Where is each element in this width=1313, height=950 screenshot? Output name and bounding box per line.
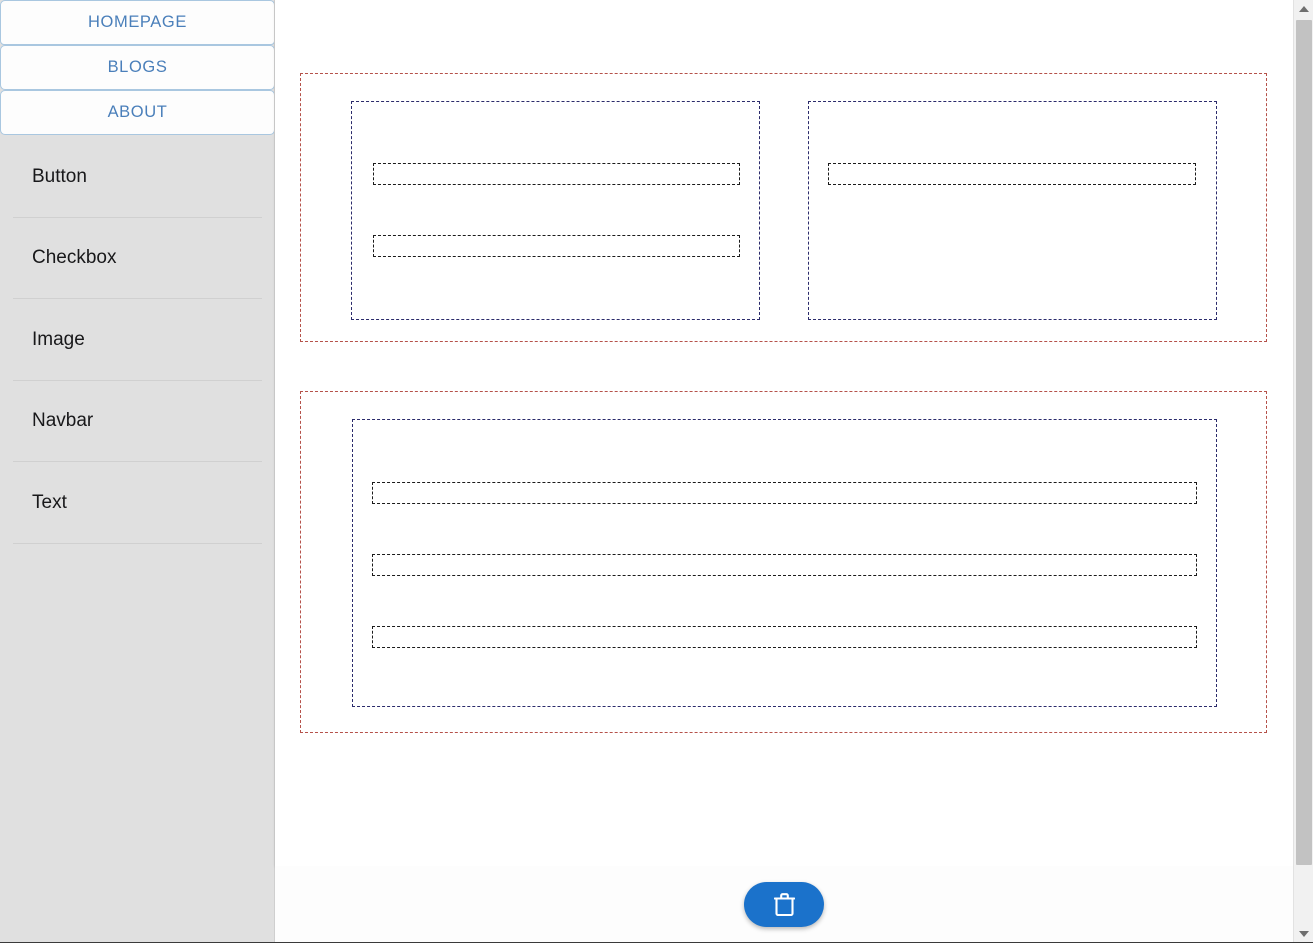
canvas-toolbar bbox=[275, 866, 1293, 942]
chevron-down-icon bbox=[1299, 930, 1309, 937]
canvas-row-1[interactable] bbox=[300, 73, 1267, 342]
canvas-element-slot[interactable] bbox=[372, 554, 1197, 576]
trash-icon bbox=[773, 892, 795, 916]
component-palette: Button Checkbox Image Navbar Text bbox=[0, 136, 274, 544]
component-label: Image bbox=[32, 328, 85, 350]
canvas-element-slot[interactable] bbox=[373, 235, 740, 257]
design-canvas[interactable] bbox=[275, 0, 1293, 866]
canvas-element-slot[interactable] bbox=[372, 482, 1197, 504]
canvas-element-slot[interactable] bbox=[373, 163, 740, 185]
sidebar-item-homepage[interactable]: HOMEPAGE bbox=[0, 0, 274, 45]
component-label: Button bbox=[32, 165, 87, 187]
canvas-element-slot[interactable] bbox=[372, 626, 1197, 648]
scrollbar-thumb[interactable] bbox=[1296, 20, 1312, 865]
component-label: Navbar bbox=[32, 410, 94, 432]
chevron-up-icon bbox=[1299, 5, 1309, 12]
sidebar: HOMEPAGE BLOGS ABOUT Button Checkbox Ima… bbox=[0, 0, 275, 942]
scroll-up-button[interactable] bbox=[1294, 0, 1313, 17]
component-label: Text bbox=[32, 491, 67, 513]
window-bottom-edge bbox=[0, 942, 1313, 950]
page-nav-list: HOMEPAGE BLOGS ABOUT bbox=[0, 0, 274, 135]
component-item-checkbox[interactable]: Checkbox bbox=[0, 218, 274, 300]
editor-root: HOMEPAGE BLOGS ABOUT Button Checkbox Ima… bbox=[0, 0, 1313, 950]
canvas-column-1b[interactable] bbox=[808, 101, 1217, 320]
canvas-column-1a[interactable] bbox=[351, 101, 760, 320]
canvas-column-2a[interactable] bbox=[352, 419, 1217, 707]
component-item-button[interactable]: Button bbox=[0, 136, 274, 218]
scroll-down-button[interactable] bbox=[1294, 925, 1313, 942]
delete-button[interactable] bbox=[744, 881, 824, 927]
canvas-row-2[interactable] bbox=[300, 391, 1267, 733]
component-item-image[interactable]: Image bbox=[0, 299, 274, 381]
vertical-scrollbar[interactable] bbox=[1293, 0, 1313, 942]
component-label: Checkbox bbox=[32, 247, 117, 269]
canvas-element-slot[interactable] bbox=[828, 163, 1196, 185]
component-item-navbar[interactable]: Navbar bbox=[0, 381, 274, 463]
component-item-text[interactable]: Text bbox=[0, 462, 274, 544]
sidebar-item-blogs[interactable]: BLOGS bbox=[0, 45, 274, 90]
sidebar-item-about[interactable]: ABOUT bbox=[0, 90, 274, 135]
